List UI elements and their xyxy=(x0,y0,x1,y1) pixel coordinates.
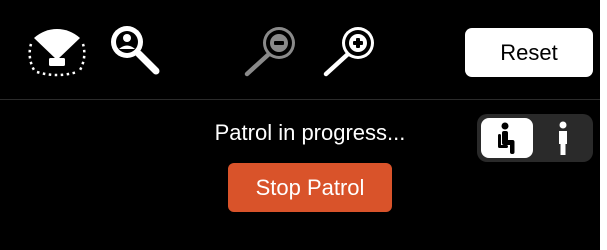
reset-button[interactable]: Reset xyxy=(465,28,593,77)
stop-patrol-button[interactable]: Stop Patrol xyxy=(228,163,392,212)
standing-person-icon xyxy=(559,121,567,155)
patrol-status-text: Patrol in progress... xyxy=(214,120,406,145)
top-toolbar: Reset xyxy=(0,0,600,100)
standing-mode-option[interactable] xyxy=(537,118,589,158)
mode-segmented-control xyxy=(477,114,593,162)
app-window: Reset Patrol in progress... Stop Patrol xyxy=(0,0,600,250)
zoom-in-icon[interactable] xyxy=(320,22,380,80)
seated-person-icon xyxy=(498,122,515,154)
zoom-out-icon[interactable] xyxy=(241,22,301,80)
seated-mode-option[interactable] xyxy=(481,118,533,158)
person-search-icon[interactable] xyxy=(104,20,164,80)
view-angle-icon[interactable] xyxy=(25,24,89,80)
